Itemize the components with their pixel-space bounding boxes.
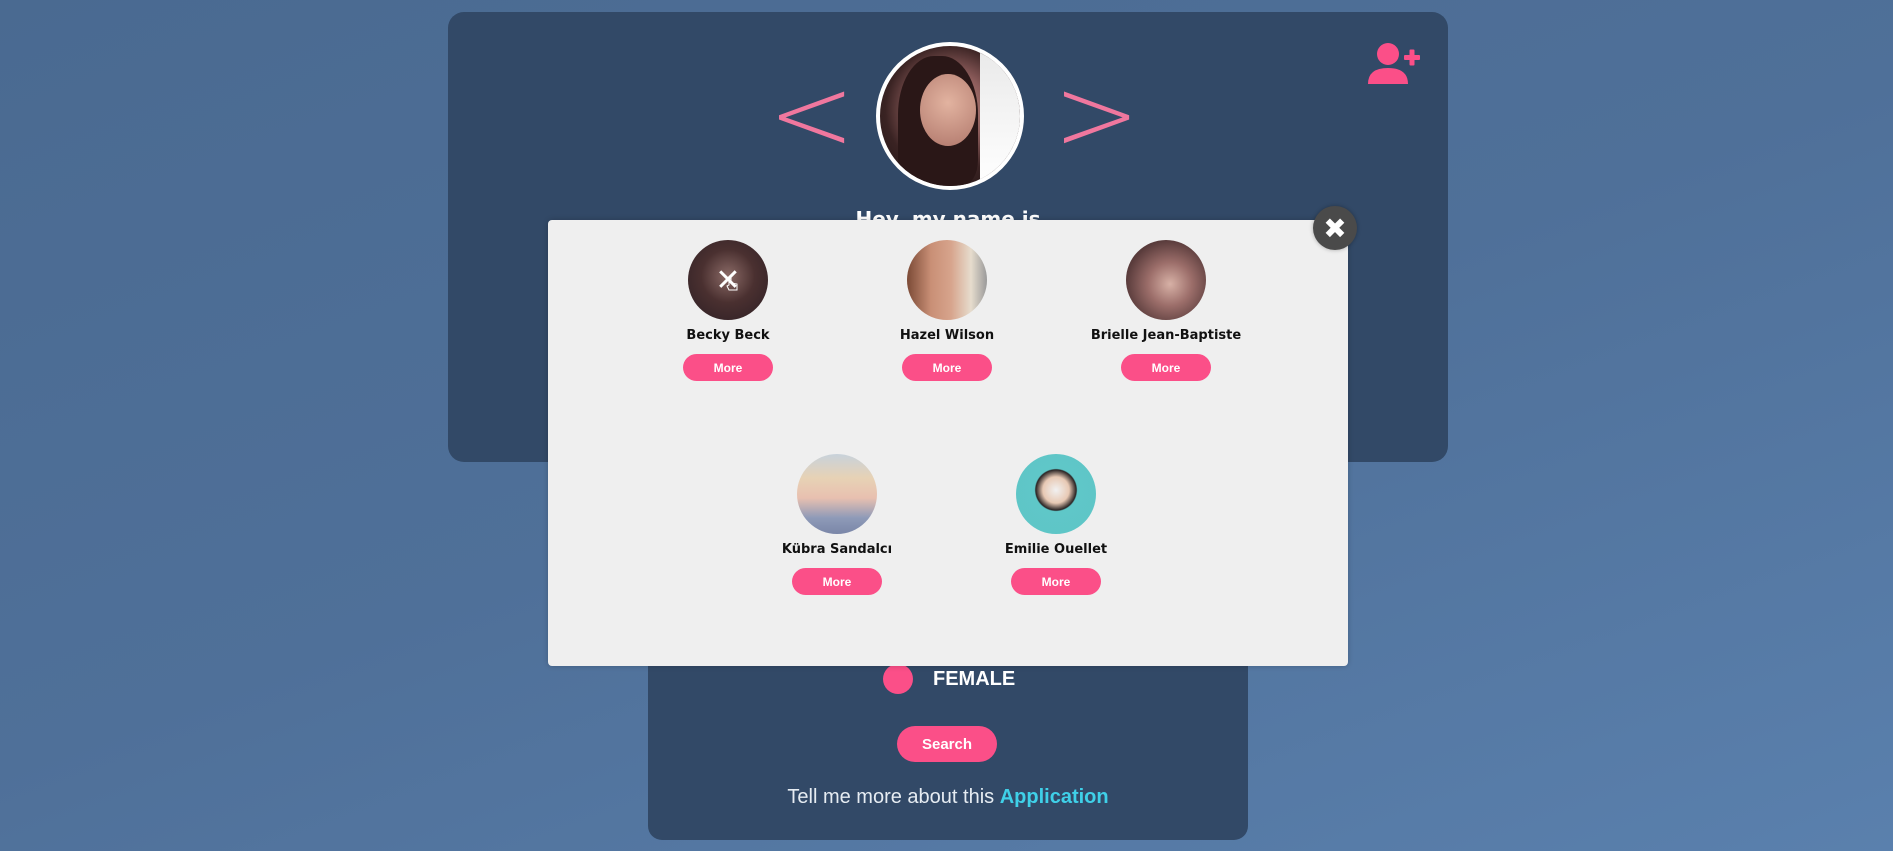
more-button[interactable]: More [1121, 354, 1211, 381]
profile-photo[interactable]: ✕ [688, 240, 768, 320]
profile-photo[interactable] [907, 240, 987, 320]
gender-option-female[interactable]: FEMALE [883, 664, 1015, 694]
about-text-prefix: Tell me more about this [787, 786, 1000, 808]
profile-name: Becky Beck [686, 328, 770, 343]
user-plus-icon[interactable] [1366, 40, 1422, 88]
search-button[interactable]: Search [897, 726, 997, 762]
saved-profiles-modal: ✕ Becky Beck More Hazel Wilson More Brie… [548, 220, 1348, 666]
profile-name: Emilie Ouellet [1004, 542, 1108, 557]
close-icon[interactable]: ✖ [1313, 206, 1357, 250]
profile-name: Brielle Jean-Baptiste [1090, 328, 1242, 343]
list-item: ✕ Becky Beck More [628, 240, 828, 381]
more-button[interactable]: More [683, 354, 773, 381]
profile-name: Kübra Sandalcı [781, 542, 893, 557]
about-text: Tell me more about this Application [648, 786, 1248, 809]
more-button[interactable]: More [902, 354, 992, 381]
next-profile-button[interactable]: > [1053, 62, 1140, 166]
profile-photo[interactable] [797, 454, 877, 534]
list-item: Emilie Ouellet More [956, 454, 1156, 595]
prev-profile-button[interactable]: < [768, 62, 855, 166]
search-panel: FEMALE Search Tell me more about this Ap… [648, 640, 1248, 840]
more-button[interactable]: More [792, 568, 882, 595]
gender-label: FEMALE [933, 667, 1016, 690]
list-item: Hazel Wilson More [847, 240, 1047, 381]
profile-photo[interactable] [1126, 240, 1206, 320]
more-button[interactable]: More [1011, 568, 1101, 595]
hand-cursor-icon [726, 276, 738, 291]
profile-avatar [876, 42, 1024, 190]
list-item: Brielle Jean-Baptiste More [1066, 240, 1266, 381]
radio-button[interactable] [883, 664, 913, 694]
profile-photo[interactable] [1016, 454, 1096, 534]
application-link[interactable]: Application [1000, 786, 1109, 808]
profile-name: Hazel Wilson [899, 328, 995, 343]
list-item: Kübra Sandalcı More [737, 454, 937, 595]
